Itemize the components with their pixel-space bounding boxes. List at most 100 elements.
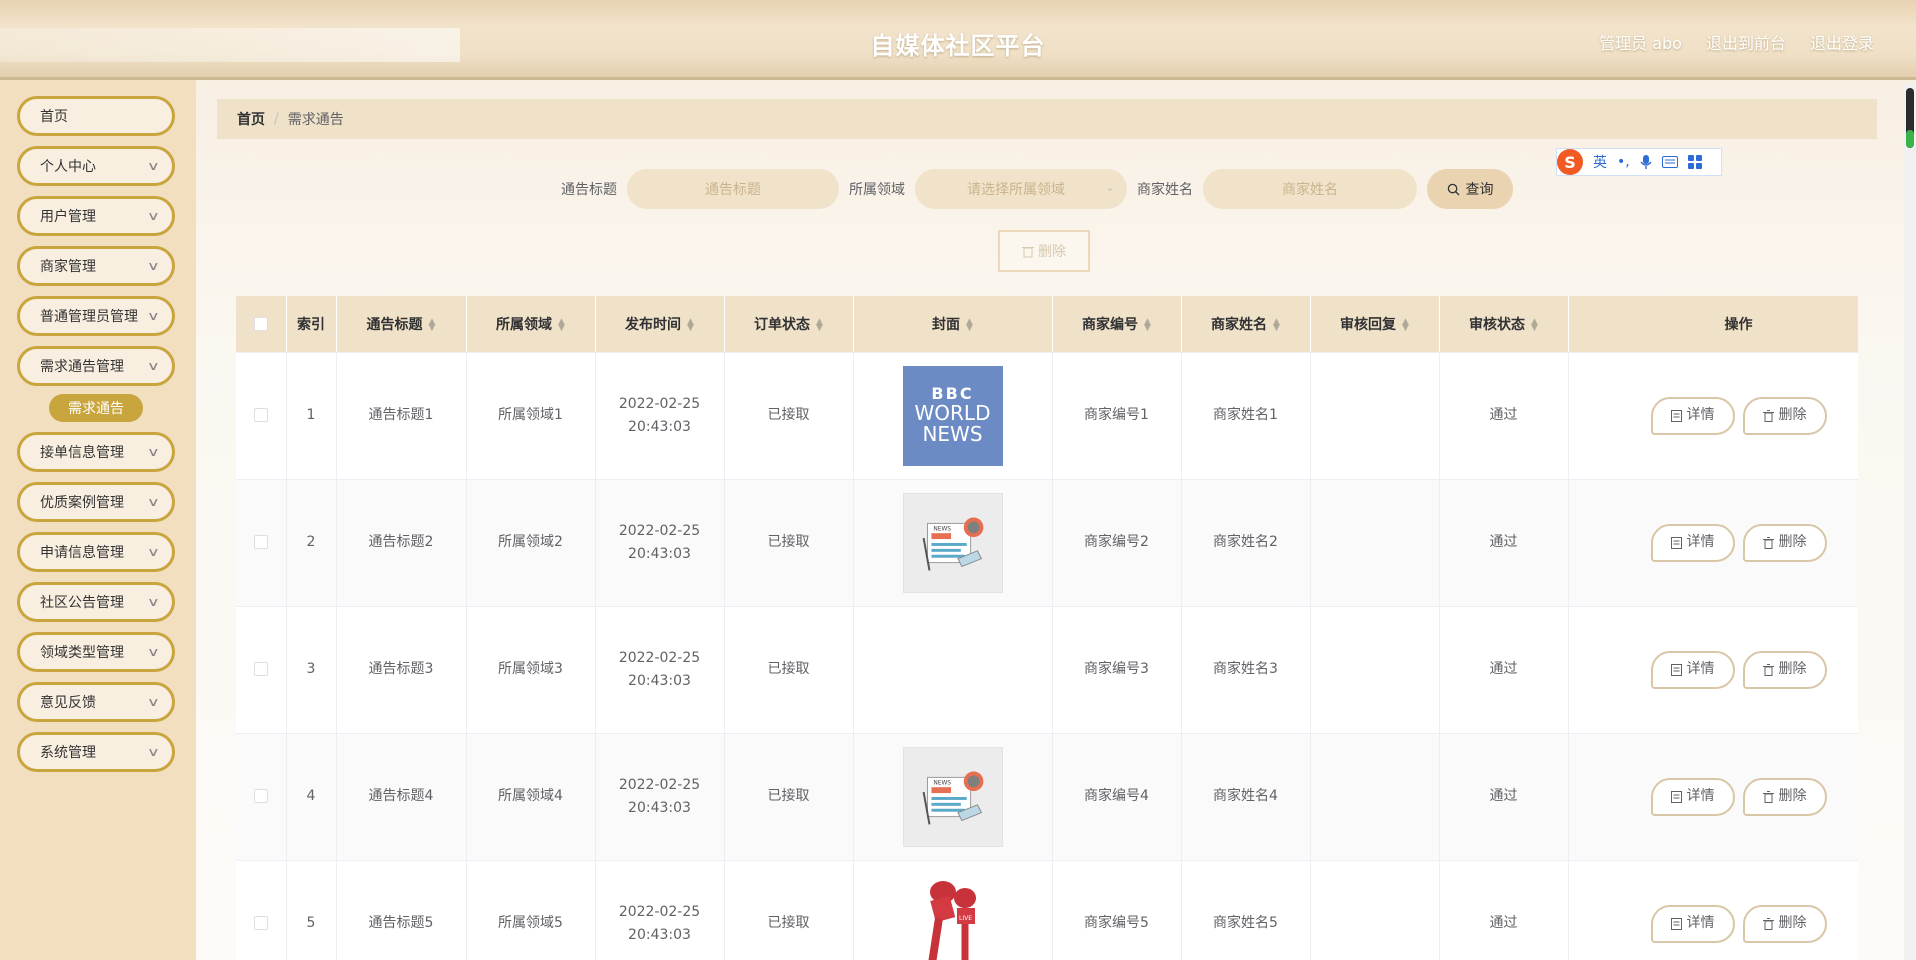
cell-reply	[1310, 733, 1440, 861]
ime-language[interactable]: 英	[1593, 152, 1607, 172]
delete-button[interactable]: 删除	[1742, 396, 1827, 435]
column-header[interactable]: 订单状态 ▲ ▼	[724, 296, 854, 353]
cell-reply	[1310, 860, 1440, 960]
sort-icon[interactable]: ▲ ▼	[966, 317, 973, 332]
sidebar-item-6[interactable]: 接单信息管理 ∨	[17, 432, 175, 472]
chevron-down-icon: ∨	[147, 359, 161, 373]
sidebar-item-8[interactable]: 申请信息管理 ∨	[17, 532, 175, 572]
sidebar-item-9[interactable]: 社区公告管理 ∨	[17, 582, 175, 622]
detail-button[interactable]: 详情	[1650, 396, 1735, 435]
cell-time: 2022-02-25 20:43:03	[595, 606, 725, 734]
cell-actions: 详情 删除	[1568, 606, 1858, 734]
cell-field: 所属领域2	[466, 479, 596, 607]
sidebar-item-11[interactable]: 意见反馈 ∨	[17, 682, 175, 722]
sidebar-subitem-active[interactable]: 需求通告	[49, 394, 143, 422]
row-checkbox[interactable]	[253, 662, 268, 676]
row-checkbox[interactable]	[253, 535, 268, 549]
detail-button[interactable]: 详情	[1650, 650, 1735, 689]
sidebar-item-3[interactable]: 商家管理 ∨	[17, 246, 175, 286]
sort-icon[interactable]: ▲ ▼	[1144, 317, 1151, 332]
query-button-label: 查询	[1465, 182, 1494, 198]
delete-button[interactable]: 删除	[1742, 777, 1827, 816]
column-header[interactable]: 通告标题 ▲ ▼	[336, 296, 467, 353]
sidebar-item-4[interactable]: 普通管理员管理 ∨	[17, 296, 175, 336]
sidebar-item-label: 意见反馈	[40, 695, 96, 711]
sort-icon[interactable]: ▲ ▼	[558, 317, 565, 332]
logout-link[interactable]: 退出登录	[1810, 30, 1874, 54]
sidebar-item-label: 领域类型管理	[40, 645, 124, 661]
row-checkbox[interactable]	[253, 408, 268, 422]
cell-order-status: 已接取	[724, 479, 854, 607]
document-icon	[1670, 917, 1682, 930]
column-header[interactable]: 商家姓名 ▲ ▼	[1181, 296, 1311, 353]
title-filter-input[interactable]: 通告标题	[627, 169, 839, 209]
search-icon	[1447, 183, 1460, 196]
main-content: 首页 / 需求通告 通告标题 通告标题 所属领域 请选择所属领域 ⌄ 商家姓名 …	[196, 80, 1916, 960]
delete-button[interactable]: 删除	[1742, 904, 1827, 943]
delete-button[interactable]: 删除	[1742, 650, 1827, 689]
sort-icon[interactable]: ▲ ▼	[687, 317, 694, 332]
sort-icon[interactable]: ▲ ▼	[1402, 317, 1409, 332]
detail-button[interactable]: 详情	[1650, 523, 1735, 562]
table-row: 2 通告标题2 所属领域2 2022-02-25 20:43:03 已接取 NEWS 商家编…	[236, 479, 1858, 607]
cell-text: 2022-02-25 20:43:03	[618, 776, 701, 816]
query-button[interactable]: 查询	[1427, 169, 1513, 209]
cell-cover	[853, 606, 1053, 734]
sidebar-item-12[interactable]: 系统管理 ∨	[17, 732, 175, 772]
row-select-cell	[236, 352, 287, 480]
sort-icon[interactable]: ▲ ▼	[1531, 317, 1538, 332]
field-filter-select[interactable]: 请选择所属领域 ⌄	[915, 169, 1127, 209]
cell-text: 所属领域5	[498, 915, 563, 931]
merchant-filter-input[interactable]: 商家姓名	[1203, 169, 1417, 209]
delete-button[interactable]: 删除	[1742, 523, 1827, 562]
table-row: 3 通告标题3 所属领域3 2022-02-25 20:43:03 已接取 商家编号3 商家…	[236, 606, 1858, 734]
title-filter-label: 通告标题	[561, 182, 617, 198]
ime-toolbar[interactable]: S 英 •,	[1556, 148, 1722, 176]
exit-to-frontend-link[interactable]: 退出到前台	[1706, 30, 1786, 54]
cell-title: 通告标题1	[336, 352, 467, 480]
apps-grid-icon[interactable]	[1687, 155, 1702, 169]
cell-order-status: 已接取	[724, 606, 854, 734]
sort-icon[interactable]: ▲ ▼	[816, 317, 823, 332]
column-header[interactable]: 所属领域 ▲ ▼	[466, 296, 596, 353]
batch-delete-button[interactable]: 删除	[998, 230, 1090, 272]
detail-button[interactable]: 详情	[1650, 777, 1735, 816]
sort-icon[interactable]: ▲ ▼	[1273, 317, 1280, 332]
punctuation-icon[interactable]: •,	[1617, 154, 1630, 170]
svg-text:NEWS: NEWS	[933, 780, 951, 786]
page-scrollbar[interactable]	[1904, 84, 1916, 960]
keyboard-icon[interactable]	[1661, 156, 1678, 168]
row-checkbox[interactable]	[253, 789, 268, 803]
sidebar-item-0[interactable]: 首页	[17, 96, 175, 136]
notice-table: 索引 通告标题 ▲ ▼ 所属领域 ▲ ▼ 发布时间 ▲ ▼ 订单状态 ▲ ▼ 封面 ▲ ▼ 商家编号 ▲ ▼ 商家姓名…	[236, 296, 1858, 960]
column-header[interactable]: 审核回复 ▲ ▼	[1310, 296, 1440, 353]
cell-text: 通告标题1	[368, 407, 434, 423]
breadcrumb-home[interactable]: 首页	[237, 109, 265, 129]
microphone-icon[interactable]	[1640, 154, 1652, 170]
cell-title: 通告标题2	[336, 479, 467, 607]
admin-user[interactable]: 管理员 abo	[1599, 30, 1682, 54]
detail-button[interactable]: 详情	[1650, 904, 1735, 943]
chevron-down-icon: ∨	[147, 545, 161, 559]
row-checkbox[interactable]	[253, 916, 268, 930]
column-header-label: 审核状态	[1469, 316, 1526, 333]
sidebar-item-7[interactable]: 优质案例管理 ∨	[17, 482, 175, 522]
sidebar-item-10[interactable]: 领域类型管理 ∨	[17, 632, 175, 672]
sidebar-item-label: 优质案例管理	[40, 495, 124, 511]
column-header-label: 所属领域	[496, 316, 553, 333]
chevron-down-icon: ∨	[147, 745, 161, 759]
sidebar-item-2[interactable]: 用户管理 ∨	[17, 196, 175, 236]
cell-text: 所属领域4	[498, 788, 563, 804]
column-header[interactable]: 封面 ▲ ▼	[853, 296, 1053, 353]
sidebar-item-1[interactable]: 个人中心 ∨	[17, 146, 175, 186]
cell-audit: 通过	[1439, 733, 1569, 861]
select-all-checkbox[interactable]	[253, 316, 268, 331]
column-header[interactable]: 发布时间 ▲ ▼	[595, 296, 725, 353]
cell-text: 通过	[1489, 407, 1518, 423]
column-header[interactable]: 审核状态 ▲ ▼	[1439, 296, 1569, 353]
cell-text: 通告标题2	[368, 534, 434, 550]
column-header[interactable]: 商家编号 ▲ ▼	[1052, 296, 1182, 353]
sogou-logo-icon: S	[1557, 149, 1583, 175]
sort-icon[interactable]: ▲ ▼	[429, 317, 436, 332]
sidebar-item-5[interactable]: 需求通告管理 ∨	[17, 346, 175, 386]
